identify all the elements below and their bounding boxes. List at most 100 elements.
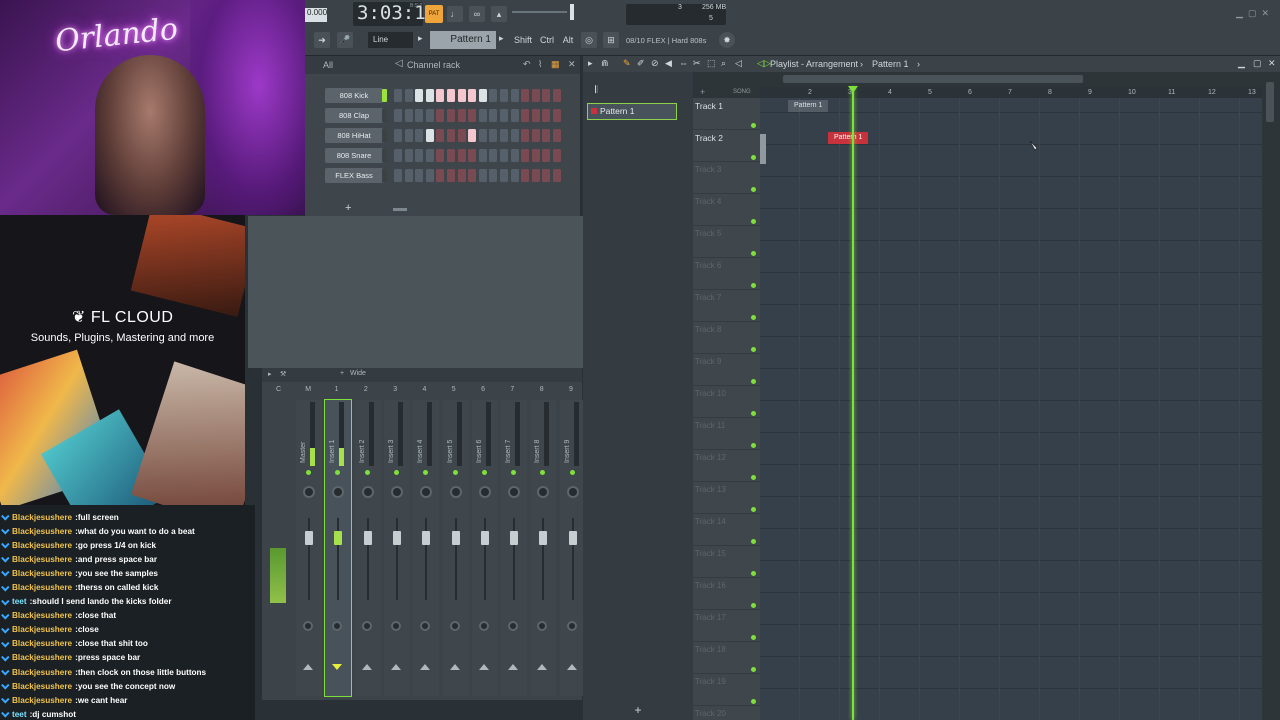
master-volume-slider[interactable] bbox=[512, 11, 567, 13]
alt-key[interactable]: Alt bbox=[559, 32, 577, 48]
step-button[interactable] bbox=[447, 109, 455, 122]
playlist-minimize-icon[interactable]: ▁ bbox=[1238, 58, 1245, 69]
track-mute-led[interactable] bbox=[751, 155, 756, 160]
channel-select-led[interactable] bbox=[382, 169, 387, 182]
channel-select-led[interactable] bbox=[382, 89, 387, 102]
channel-select-led[interactable] bbox=[382, 129, 387, 142]
channel-select-led[interactable] bbox=[382, 109, 387, 122]
step-button[interactable] bbox=[425, 149, 434, 162]
step-button[interactable] bbox=[468, 109, 477, 122]
cart-icon[interactable]: ⊞ bbox=[603, 32, 619, 48]
step-button[interactable] bbox=[394, 169, 402, 182]
track-mute-led[interactable] bbox=[751, 347, 756, 352]
pattern-clip-track-2[interactable]: Pattern 1 bbox=[828, 132, 868, 144]
step-button[interactable] bbox=[404, 169, 413, 182]
volume-fader[interactable] bbox=[568, 531, 577, 545]
strip-enable-led[interactable] bbox=[452, 470, 458, 475]
step-button[interactable] bbox=[531, 169, 540, 182]
track-header[interactable]: Track 16 bbox=[693, 578, 760, 610]
track-header[interactable]: Track 4 bbox=[693, 194, 760, 226]
microphone-icon[interactable]: 🎤 bbox=[337, 32, 353, 48]
track-header[interactable]: Track 13 bbox=[693, 482, 760, 514]
track-mute-led[interactable] bbox=[751, 507, 756, 512]
step-button[interactable] bbox=[404, 89, 413, 102]
volume-fader[interactable] bbox=[510, 531, 519, 545]
step-button[interactable] bbox=[404, 149, 413, 162]
track-mute-led[interactable] bbox=[751, 251, 756, 256]
select-tool-icon[interactable]: ⬚ bbox=[707, 58, 716, 69]
step-button[interactable] bbox=[394, 149, 402, 162]
route-arrow-icon[interactable] bbox=[361, 664, 372, 670]
step-button[interactable] bbox=[457, 129, 466, 142]
step-button[interactable] bbox=[510, 149, 519, 162]
step-button[interactable] bbox=[394, 89, 402, 102]
track-mute-led[interactable] bbox=[751, 123, 756, 128]
step-button[interactable] bbox=[468, 89, 477, 102]
step-button[interactable] bbox=[404, 109, 413, 122]
playlist-close-icon[interactable]: ✕ bbox=[1268, 58, 1276, 69]
track-selection-handle[interactable] bbox=[760, 134, 766, 164]
add-track-icon[interactable]: + bbox=[700, 87, 705, 97]
track-header[interactable]: Track 2 bbox=[693, 130, 760, 162]
recording-icon[interactable]: ◎ bbox=[581, 32, 597, 48]
track-header[interactable]: Track 11 bbox=[693, 418, 760, 450]
step-button[interactable] bbox=[415, 169, 424, 182]
strip-enable-led[interactable] bbox=[306, 470, 311, 475]
pan-knob[interactable] bbox=[390, 486, 403, 498]
step-button[interactable] bbox=[542, 149, 551, 162]
step-button[interactable] bbox=[510, 89, 519, 102]
track-header[interactable]: Track 6 bbox=[693, 258, 760, 290]
track-mute-led[interactable] bbox=[751, 539, 756, 544]
step-button[interactable] bbox=[457, 149, 466, 162]
route-arrow-icon[interactable] bbox=[449, 664, 460, 670]
step-button[interactable] bbox=[436, 89, 445, 102]
track-mute-led[interactable] bbox=[751, 187, 756, 192]
step-button[interactable] bbox=[394, 129, 402, 142]
step-button[interactable] bbox=[478, 149, 487, 162]
step-button[interactable] bbox=[510, 169, 519, 182]
horizontal-scrollbar[interactable] bbox=[783, 75, 1083, 83]
step-button[interactable] bbox=[489, 109, 498, 122]
step-button[interactable] bbox=[404, 129, 413, 142]
playlist-grid[interactable]: Pattern 1 Pattern 1 bbox=[760, 98, 1262, 720]
route-arrow-icon[interactable] bbox=[508, 664, 519, 670]
pattern-next-icon[interactable]: ▸ bbox=[499, 33, 504, 44]
step-button[interactable] bbox=[478, 129, 487, 142]
track-header[interactable]: Track 3 bbox=[693, 162, 760, 194]
step-button[interactable] bbox=[436, 129, 445, 142]
step-button[interactable] bbox=[425, 169, 434, 182]
channel-name-button[interactable]: 808 HiHat bbox=[325, 128, 383, 143]
track-header[interactable]: Track 19 bbox=[693, 674, 760, 706]
channel-name-button[interactable]: 808 Kick bbox=[325, 88, 383, 103]
step-button[interactable] bbox=[521, 169, 530, 182]
track-mute-led[interactable] bbox=[751, 283, 756, 288]
route-arrow-icon[interactable] bbox=[537, 664, 548, 670]
shift-key[interactable]: Shift bbox=[514, 32, 532, 48]
route-arrow-icon[interactable] bbox=[303, 664, 313, 670]
step-button[interactable] bbox=[415, 129, 424, 142]
metronome-icon[interactable]: ♩ bbox=[447, 6, 463, 22]
step-button[interactable] bbox=[436, 169, 445, 182]
slip-tool-icon[interactable]: ⇔ bbox=[679, 58, 688, 68]
step-button[interactable] bbox=[457, 89, 466, 102]
magnet-icon[interactable]: ⋒ bbox=[601, 58, 609, 69]
route-arrow-icon[interactable] bbox=[566, 664, 577, 670]
track-header[interactable]: Track 7 bbox=[693, 290, 760, 322]
zoom-tool-icon[interactable]: ⌕ bbox=[721, 58, 726, 69]
track-header[interactable]: Track 20 bbox=[693, 706, 760, 720]
track-header[interactable]: Track 14 bbox=[693, 514, 760, 546]
volume-fader[interactable] bbox=[363, 531, 372, 545]
volume-fader[interactable] bbox=[422, 531, 431, 545]
track-header[interactable]: Track 10 bbox=[693, 386, 760, 418]
vertical-scroll-thumb[interactable] bbox=[1266, 82, 1274, 122]
track-header[interactable]: Track 5 bbox=[693, 226, 760, 258]
step-button[interactable] bbox=[478, 169, 487, 182]
add-channel-button[interactable]: + bbox=[345, 202, 351, 214]
step-button[interactable] bbox=[500, 109, 508, 122]
track-header[interactable]: Track 15 bbox=[693, 546, 760, 578]
master-pitch-knob[interactable] bbox=[570, 4, 574, 20]
step-button[interactable] bbox=[468, 149, 477, 162]
track-header[interactable]: Track 1 bbox=[693, 98, 760, 130]
arrow-right-icon[interactable]: ➜ bbox=[314, 32, 330, 48]
track-mute-led[interactable] bbox=[751, 379, 756, 384]
